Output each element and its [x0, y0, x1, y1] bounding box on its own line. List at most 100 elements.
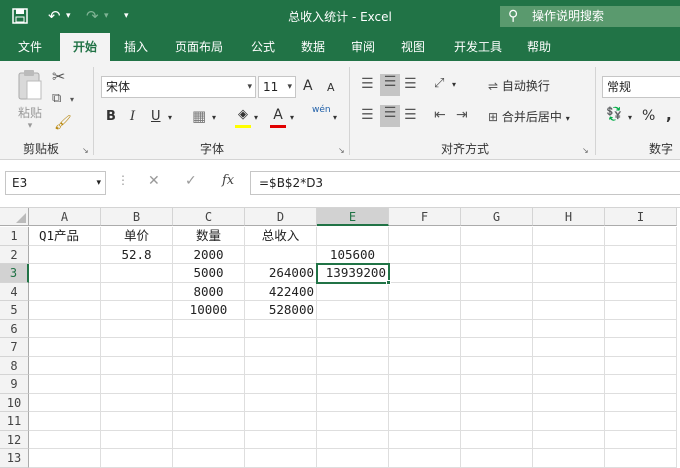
cell-a7[interactable] [29, 338, 101, 357]
cell-h11[interactable] [533, 412, 605, 431]
tell-me-search[interactable]: ⚲ 操作说明搜索 [500, 6, 680, 27]
cell-f7[interactable] [389, 338, 461, 357]
cell-a2[interactable] [29, 245, 101, 264]
cell-d1[interactable]: 总收入 [245, 227, 317, 246]
cell-b11[interactable] [101, 412, 173, 431]
column-header-a[interactable]: A [29, 208, 101, 226]
row-header-2[interactable]: 2 [0, 245, 29, 264]
borders-icon[interactable]: ▦ [192, 107, 206, 125]
align-center-icon[interactable]: ☰ [380, 105, 400, 127]
cell-a13[interactable] [29, 449, 101, 468]
cell-h6[interactable] [533, 319, 605, 338]
cell-e1[interactable] [317, 227, 389, 246]
row-header-6[interactable]: 6 [0, 319, 29, 338]
cell-e2[interactable]: 105600 [317, 245, 389, 264]
cell-b5[interactable] [101, 301, 173, 320]
cell-e9[interactable] [317, 375, 389, 394]
row-header-7[interactable]: 7 [0, 338, 29, 357]
font-color-icon[interactable]: A [270, 107, 286, 128]
number-format-select[interactable]: 常规 [602, 76, 680, 98]
cell-e10[interactable] [317, 393, 389, 412]
cell-c3[interactable]: 5000 [173, 264, 245, 283]
row-header-10[interactable]: 10 [0, 393, 29, 412]
cell-e6[interactable] [317, 319, 389, 338]
cell-f11[interactable] [389, 412, 461, 431]
cell-a10[interactable] [29, 393, 101, 412]
orientation-dropdown-icon[interactable]: ▾ [452, 80, 456, 89]
cell-f9[interactable] [389, 375, 461, 394]
cell-f10[interactable] [389, 393, 461, 412]
percent-button[interactable]: % [642, 108, 655, 124]
cell-d9[interactable] [245, 375, 317, 394]
cell-e4[interactable] [317, 282, 389, 301]
comma-button[interactable]: , [666, 106, 672, 124]
cell-c2[interactable]: 2000 [173, 245, 245, 264]
cell-e5[interactable] [317, 301, 389, 320]
cell-g2[interactable] [461, 245, 533, 264]
enter-icon[interactable]: ✓ [185, 173, 197, 189]
underline-dropdown-icon[interactable]: ▾ [168, 113, 172, 122]
cell-h4[interactable] [533, 282, 605, 301]
column-header-f[interactable]: F [389, 208, 461, 226]
cell-f8[interactable] [389, 356, 461, 375]
cell-h8[interactable] [533, 356, 605, 375]
bold-button[interactable]: B [106, 109, 116, 124]
cell-b13[interactable] [101, 449, 173, 468]
cell-e8[interactable] [317, 356, 389, 375]
phonetic-guide-icon[interactable]: wén [312, 105, 331, 115]
tab-data[interactable]: 数据 [290, 33, 336, 61]
align-bottom-icon[interactable]: ☰ [404, 76, 417, 92]
italic-button[interactable]: I [130, 109, 135, 124]
font-launcher-icon[interactable]: ↘ [338, 146, 345, 155]
cell-g10[interactable] [461, 393, 533, 412]
cell-a6[interactable] [29, 319, 101, 338]
cell-a9[interactable] [29, 375, 101, 394]
clipboard-launcher-icon[interactable]: ↘ [82, 146, 89, 155]
cell-d4[interactable]: 422400 [245, 282, 317, 301]
cell-c10[interactable] [173, 393, 245, 412]
merge-center-button[interactable]: ⊞ 合并后居中 ▾ [488, 108, 570, 128]
cell-a12[interactable] [29, 430, 101, 449]
insert-function-icon[interactable]: fx [222, 173, 234, 188]
cell-i8[interactable] [605, 356, 677, 375]
cell-b2[interactable]: 52.8 [101, 245, 173, 264]
cell-d8[interactable] [245, 356, 317, 375]
cell-c12[interactable] [173, 430, 245, 449]
cell-h10[interactable] [533, 393, 605, 412]
row-header-4[interactable]: 4 [0, 282, 29, 301]
cell-b4[interactable] [101, 282, 173, 301]
cell-a5[interactable] [29, 301, 101, 320]
row-header-12[interactable]: 12 [0, 430, 29, 449]
wrap-text-button[interactable]: ⇌ 自动换行 [488, 77, 550, 97]
cell-f2[interactable] [389, 245, 461, 264]
cell-d2[interactable] [245, 245, 317, 264]
select-all-button[interactable] [0, 208, 29, 226]
worksheet-grid[interactable]: ABCDEFGHI 1 2 3 4 5 6 7 8 9 10 11 12 13 Q1产品 单价 数量 总收入 5… [0, 208, 680, 468]
row-header-11[interactable]: 11 [0, 412, 29, 431]
cell-f1[interactable] [389, 227, 461, 246]
cell-c4[interactable]: 8000 [173, 282, 245, 301]
cell-i5[interactable] [605, 301, 677, 320]
cell-g6[interactable] [461, 319, 533, 338]
align-right-icon[interactable]: ☰ [404, 107, 417, 123]
column-header-d[interactable]: D [245, 208, 317, 226]
cell-a3[interactable] [29, 264, 101, 283]
decrease-indent-icon[interactable]: ⇤ [434, 107, 446, 123]
font-color-dropdown-icon[interactable]: ▾ [290, 113, 294, 122]
cell-g8[interactable] [461, 356, 533, 375]
fill-color-icon[interactable]: ◈ [234, 107, 252, 128]
cell-c5[interactable]: 10000 [173, 301, 245, 320]
cell-d10[interactable] [245, 393, 317, 412]
cell-f4[interactable] [389, 282, 461, 301]
cell-d13[interactable] [245, 449, 317, 468]
increase-indent-icon[interactable]: ⇥ [456, 107, 468, 123]
cell-b12[interactable] [101, 430, 173, 449]
cell-i10[interactable] [605, 393, 677, 412]
cell-f12[interactable] [389, 430, 461, 449]
cell-f6[interactable] [389, 319, 461, 338]
row-header-13[interactable]: 13 [0, 449, 29, 468]
column-header-i[interactable]: I [605, 208, 677, 226]
cell-i2[interactable] [605, 245, 677, 264]
cell-d11[interactable] [245, 412, 317, 431]
cell-i12[interactable] [605, 430, 677, 449]
